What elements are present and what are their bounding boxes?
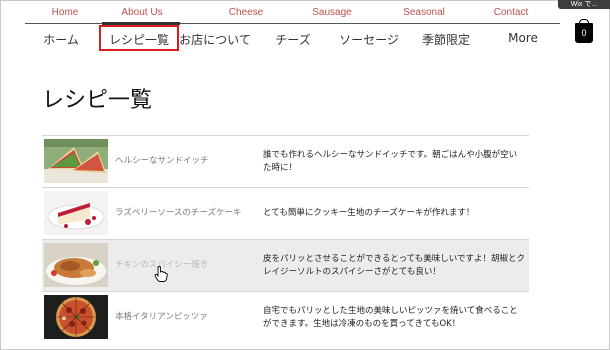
recipe-row[interactable]: ヘルシーなサンドイッチ 誰でも作れるヘルシーなサンドイッチです。朝ごはんや小腹が… [42,135,529,187]
sandwich-image[interactable] [44,139,108,183]
recipe-row[interactable]: ラズベリーソースのチーズケーキ とても簡単にクッキー生地のチーズケーキが作れます… [42,187,529,239]
top-nav-seasonal[interactable]: Seasonal [403,7,445,18]
recipe-description: 皮をパリッとさせることができるとっても美味しいですよ！胡椒とクレイジーソルトのス… [263,253,525,277]
pizza-image[interactable] [44,295,108,339]
highlight-box [99,25,179,51]
shopping-bag-handle [579,19,589,25]
page-title: レシピ一覧 [42,88,153,113]
top-nav-contact[interactable]: Contact [494,7,528,18]
recipe-name[interactable]: ラズベリーソースのチーズケーキ [115,188,241,239]
recipe-name[interactable]: チキンのスパイシー焼き [115,240,208,291]
cheesecake-image[interactable] [44,191,108,235]
main-nav-cheese[interactable]: チーズ [275,31,310,48]
main-nav-sausage[interactable]: ソーセージ [339,31,399,48]
recipe-description: 自宅でもパリッとした生地の美味しいピッツァを焼いて食べることができます。生地は冷… [263,305,518,329]
recipe-row[interactable]: 本格イタリアンピッツァ 自宅でもパリッとした生地の美味しいピッツァを焼いて食べる… [42,291,529,343]
recipe-description: 誰でも作れるヘルシーなサンドイッチです。朝ごはんや小腹が空いた時に！ [263,149,518,173]
spicy-chicken-image[interactable] [44,243,108,287]
main-nav-more[interactable]: More [508,31,538,45]
main-nav-seasonal[interactable]: 季節限定 [422,31,470,48]
recipe-name[interactable]: ヘルシーなサンドイッチ [115,136,209,187]
top-nav: Home About Us Cheese Sausage Seasonal Co… [25,7,560,25]
wix-badge[interactable]: Wix で... [558,0,610,9]
cart-count: 0 [581,28,587,38]
top-nav-about-us[interactable]: About Us [121,7,162,18]
top-nav-sausage[interactable]: Sausage [312,7,351,18]
top-nav-home[interactable]: Home [52,7,79,18]
recipe-row[interactable]: チキンのスパイシー焼き 皮をパリッとさせることができるとっても美味しいですよ！胡… [42,239,529,291]
main-nav-home[interactable]: ホーム [43,31,79,48]
recipe-name[interactable]: 本格イタリアンピッツァ [115,292,208,343]
shopping-bag-icon[interactable]: 0 [575,19,593,43]
recipe-list: ヘルシーなサンドイッチ 誰でも作れるヘルシーなサンドイッチです。朝ごはんや小腹が… [42,135,529,343]
main-nav-about[interactable]: お店について [179,31,251,48]
recipe-description: とても簡単にクッキー生地のチーズケーキが作れます！ [263,208,475,218]
top-nav-cheese[interactable]: Cheese [229,7,263,18]
